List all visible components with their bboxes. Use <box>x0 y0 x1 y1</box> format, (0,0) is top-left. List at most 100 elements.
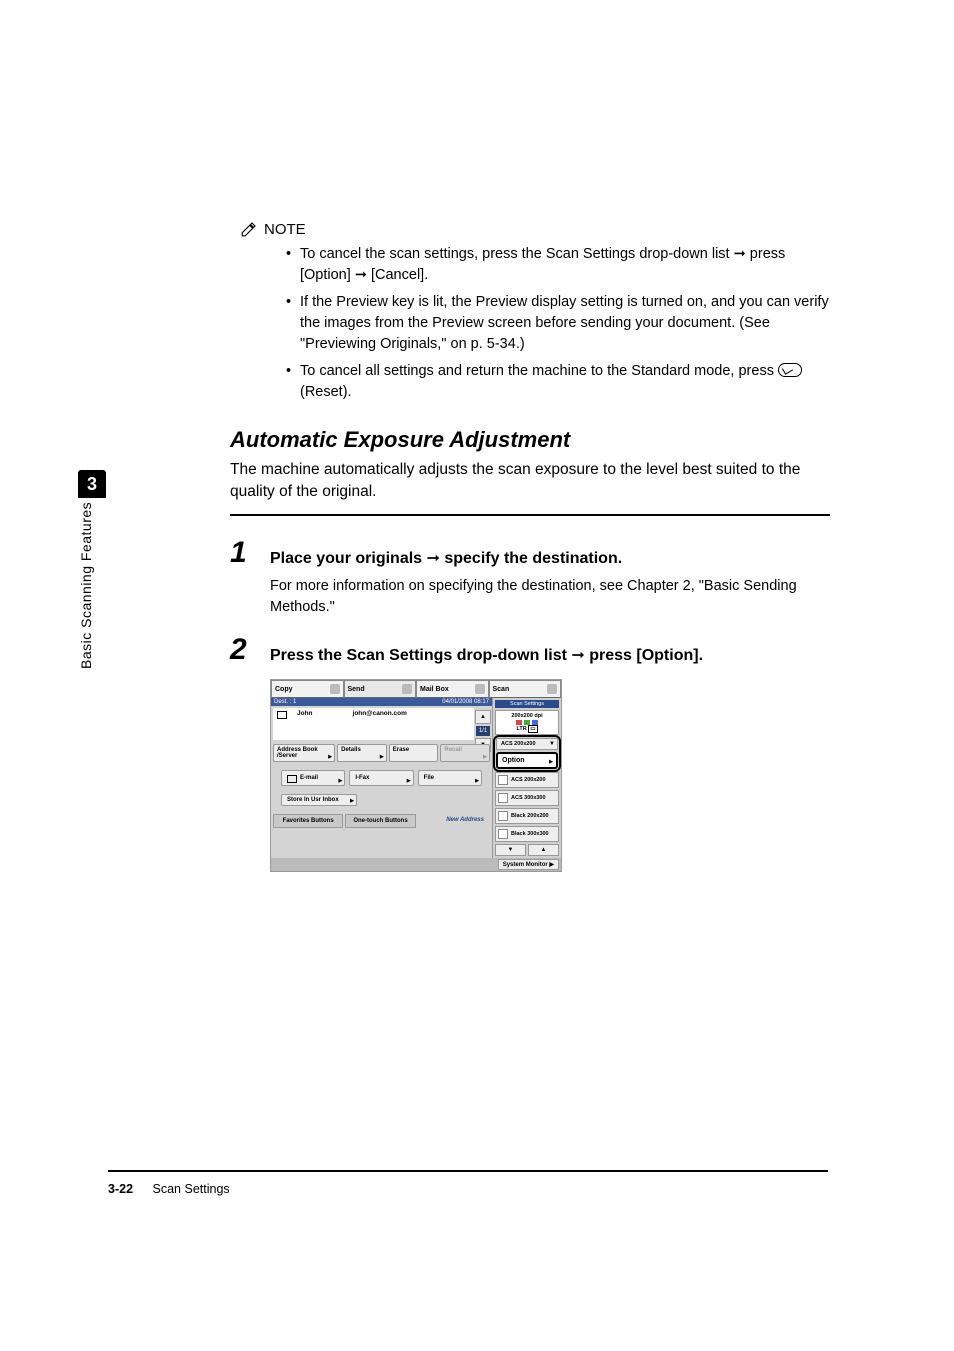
reset-icon <box>778 363 802 377</box>
mode-item-acs300[interactable]: ACS 300x300 <box>495 790 559 806</box>
note-bullets: To cancel the scan settings, press the S… <box>230 244 830 403</box>
top-tabs: Copy Send Mail Box Scan <box>271 680 561 698</box>
page-footer: 3-22 Scan Settings <box>108 1182 230 1196</box>
label: ACS 300x300 <box>511 795 546 801</box>
system-monitor-button[interactable]: System Monitor ▶ <box>498 859 559 870</box>
mailbox-icon <box>475 684 485 694</box>
chevron-right-icon: ▶ <box>350 798 354 804</box>
step-number: 1 <box>230 538 256 568</box>
tab-label: Mail Box <box>420 686 449 693</box>
file-button[interactable]: File ▶ <box>418 770 482 786</box>
address-book-button[interactable]: Address Book /Server▶ <box>273 744 335 762</box>
chevron-right-icon: ▶ <box>475 778 479 784</box>
divider <box>230 514 830 516</box>
timestamp: 04/01/2008 08:17 <box>442 699 489 705</box>
dest-address: john@canon.com <box>353 710 407 717</box>
destination-row[interactable]: John john@canon.com <box>273 708 474 740</box>
send-icon <box>402 684 412 694</box>
tab-scan[interactable]: Scan <box>489 680 562 698</box>
label: Details <box>341 747 361 753</box>
bottom-row: Favorites Buttons One-touch Buttons New … <box>271 814 492 830</box>
arrow-icon: ➞ <box>355 267 367 283</box>
favorites-button[interactable]: Favorites Buttons <box>273 814 343 828</box>
ifax-button[interactable]: I-Fax▶ <box>349 770 413 786</box>
label: Option <box>502 757 525 764</box>
tab-mailbox[interactable]: Mail Box <box>416 680 489 698</box>
step-2: 2 Press the Scan Settings drop-down list… <box>230 635 830 665</box>
scan-settings-header: Scan Settings <box>495 700 559 708</box>
paper-size: LTR <box>516 726 526 732</box>
tab-send[interactable]: Send <box>344 680 417 698</box>
swatch-icon <box>498 829 508 839</box>
send-type-row: E-mail▶ I-Fax▶ File ▶ <box>271 764 492 792</box>
store-inbox-button[interactable]: Store In Usr Inbox▶ <box>281 794 357 806</box>
envelope-icon <box>287 775 297 783</box>
text: (Reset). <box>300 384 352 400</box>
step-1-sub: For more information on specifying the d… <box>270 576 830 617</box>
resolution-value: 200x200 dpi <box>498 713 556 719</box>
note-bullet-3: To cancel all settings and return the ma… <box>300 361 830 403</box>
scan-settings-dropdown[interactable]: ACS 200x200 ▼ <box>496 738 558 750</box>
left-pane: Dest. : 1 04/01/2008 08:17 John john@can… <box>271 698 492 858</box>
mode-item-acs200[interactable]: ACS 200x200 <box>495 772 559 788</box>
pencil-icon <box>240 220 258 238</box>
action-row: Address Book /Server▶ Details ▶ Erase Rec… <box>271 742 492 764</box>
footer-title: Scan Settings <box>153 1182 230 1196</box>
details-button[interactable]: Details ▶ <box>337 744 387 762</box>
swatch-icon <box>498 775 508 785</box>
destination-bar: Dest. : 1 04/01/2008 08:17 <box>271 698 492 706</box>
step-number: 2 <box>230 635 256 665</box>
label: Black 300x300 <box>511 831 549 837</box>
mode-item-black300[interactable]: Black 300x300 <box>495 826 559 842</box>
text: To cancel the scan settings, press the S… <box>300 246 734 262</box>
tab-copy[interactable]: Copy <box>271 680 344 698</box>
chevron-right-icon: ▶ <box>328 754 332 760</box>
text: specify the destination. <box>440 550 622 567</box>
label: File <box>424 775 434 781</box>
tab-label: Scan <box>493 686 510 693</box>
triangle-down-icon: ▼ <box>549 741 555 747</box>
page-indicator: 1/1 <box>476 726 490 736</box>
tab-label: Send <box>348 686 365 693</box>
new-address-link[interactable]: New Address <box>418 814 490 828</box>
device-screenshot: Copy Send Mail Box Scan Dest. : 1 04/01/… <box>270 679 562 872</box>
scan-icon <box>547 684 557 694</box>
label: Black 200x200 <box>511 813 549 819</box>
scroll-up-button[interactable]: ▲ <box>475 710 491 724</box>
store-row: Store In Usr Inbox▶ <box>271 792 492 814</box>
text: To cancel all settings and return the ma… <box>300 363 778 379</box>
email-button[interactable]: E-mail▶ <box>281 770 345 786</box>
scroll-up-button[interactable]: ▲ <box>528 844 559 856</box>
step-1: 1 Place your originals ➞ specify the des… <box>230 538 830 568</box>
note-bullet-2: If the Preview key is lit, the Preview d… <box>300 292 830 355</box>
dest-name: John <box>297 710 313 717</box>
arrow-icon: ➞ <box>571 647 584 664</box>
step-title: Place your originals ➞ specify the desti… <box>270 548 622 568</box>
sidebar: 3 Basic Scanning Features <box>78 470 108 690</box>
text: [Cancel]. <box>367 267 428 283</box>
section-intro: The machine automatically adjusts the sc… <box>230 459 830 502</box>
option-button[interactable]: Option ▶ <box>496 752 558 769</box>
scan-settings-pane: Scan Settings 200x200 dpi LTR ▭ ACS 200x… <box>492 698 561 858</box>
label: Recall <box>444 747 462 753</box>
label: ACS 200x200 <box>511 777 546 783</box>
step-title: Press the Scan Settings drop-down list ➞… <box>270 645 703 665</box>
label: Erase <box>393 747 409 753</box>
erase-button[interactable]: Erase <box>389 744 439 762</box>
one-touch-button[interactable]: One-touch Buttons <box>345 814 415 828</box>
swatch-icon <box>498 793 508 803</box>
label: System Monitor <box>503 862 548 868</box>
selected-mode: ACS 200x200 <box>501 741 536 747</box>
mode-scroll: ▼ ▲ <box>495 844 559 856</box>
scroll-down-button[interactable]: ▼ <box>495 844 526 856</box>
mode-item-black200[interactable]: Black 200x200 <box>495 808 559 824</box>
arrow-icon: ➞ <box>734 246 746 262</box>
chevron-right-icon: ▶ <box>380 754 384 760</box>
chevron-right-icon: ▶ <box>483 754 487 760</box>
note-label: NOTE <box>264 221 306 238</box>
recall-button[interactable]: Recall ▶ <box>440 744 490 762</box>
chapter-label: Basic Scanning Features <box>78 502 98 682</box>
tab-label: Copy <box>275 686 293 693</box>
scan-settings-summary: 200x200 dpi LTR ▭ <box>495 710 559 735</box>
swatch-icon <box>498 811 508 821</box>
